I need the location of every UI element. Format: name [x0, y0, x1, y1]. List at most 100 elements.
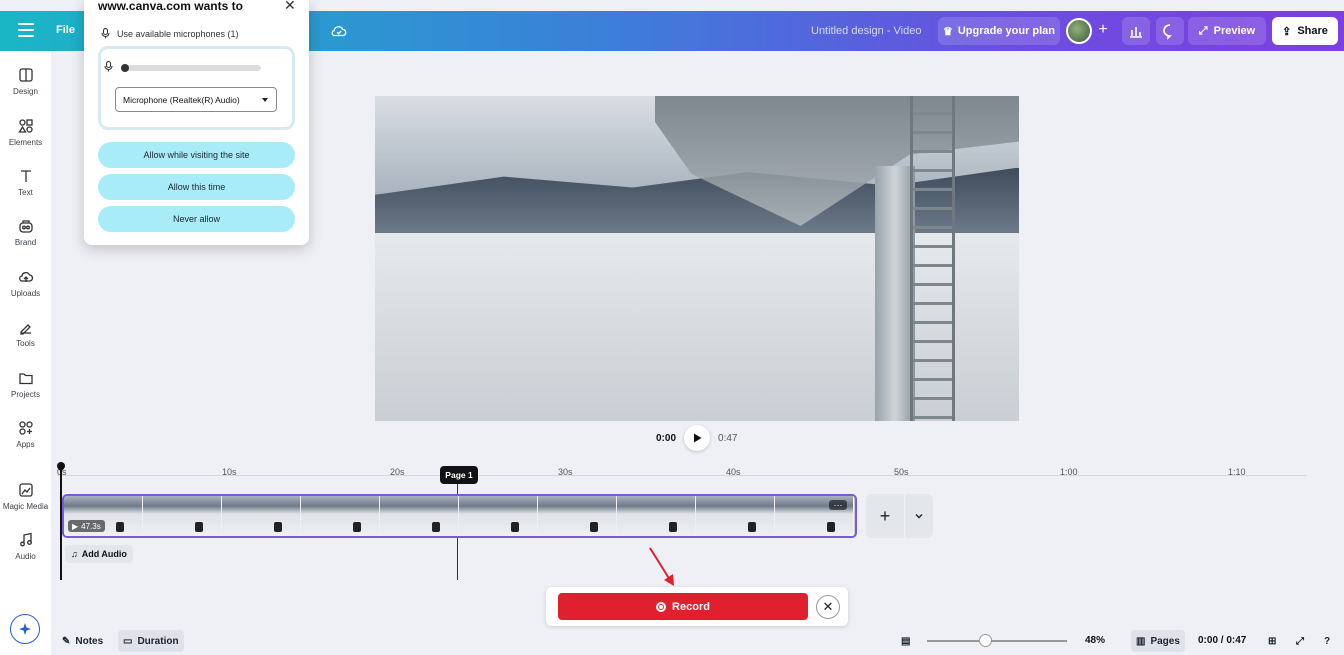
clip-frame: [538, 496, 617, 536]
duration-button[interactable]: ▭ Duration: [118, 630, 184, 652]
mic-preview-box: Microphone (Realtek(R) Audio): [98, 46, 295, 130]
close-record-button[interactable]: ✕: [816, 595, 840, 619]
allow-this-time-button[interactable]: Allow this time: [98, 174, 295, 200]
page-view-button[interactable]: ▤: [896, 630, 915, 652]
mic-permission-line: Use available microphones (1): [101, 28, 239, 39]
notes-icon: ✎: [62, 635, 71, 647]
upgrade-label: Upgrade your plan: [957, 25, 1056, 37]
add-page-button[interactable]: +: [866, 494, 904, 538]
record-icon: [656, 601, 667, 612]
share-icon: ⇪: [1282, 25, 1292, 38]
add-page-dropdown[interactable]: [905, 494, 933, 538]
timeline-ruler[interactable]: 0s 10s 20s 30s 40s 50s 1:00 1:10: [57, 458, 1307, 477]
design-icon: [18, 68, 33, 82]
page-label: Page 1: [440, 466, 478, 484]
fullscreen-icon: ⤢: [1296, 635, 1304, 647]
magic-media-icon: [18, 483, 33, 497]
video-clip-track[interactable]: ▶ 47.3s ···: [62, 494, 857, 538]
record-label: Record: [672, 600, 710, 613]
dropdown-caret-icon: [262, 98, 268, 102]
mic-level-indicator: [121, 64, 129, 72]
never-allow-button[interactable]: Never allow: [98, 206, 295, 232]
microphone-permission-popup: www.canva.com wants to ✕ Use available m…: [84, 0, 309, 245]
record-button[interactable]: Record: [558, 593, 808, 620]
sidebar-item-brand[interactable]: Brand: [0, 218, 51, 247]
avatar[interactable]: [1066, 18, 1092, 44]
comments-button[interactable]: [1156, 17, 1184, 45]
file-menu-button[interactable]: File: [56, 24, 75, 36]
music-note-icon: ♫: [71, 549, 78, 559]
tick-label: 1:00: [1060, 467, 1078, 477]
player-controls: 0:00 0:47: [656, 425, 737, 451]
sidebar-item-label: Uploads: [10, 289, 41, 298]
allow-while-visiting-button[interactable]: Allow while visiting the site: [98, 142, 295, 168]
sidebar-item-uploads[interactable]: Uploads: [0, 269, 51, 298]
sidebar: Design Elements Text Brand Uploads Tools…: [0, 51, 51, 655]
cloud-save-icon[interactable]: [330, 22, 348, 40]
current-time: 0:00: [656, 432, 677, 444]
elements-icon: [17, 119, 33, 133]
sidebar-item-label: Design: [13, 87, 38, 96]
add-collaborator-icon[interactable]: +: [1094, 21, 1112, 39]
tick-label: 20s: [390, 467, 405, 477]
sidebar-item-label: Brand: [14, 238, 37, 247]
zoom-slider[interactable]: [927, 640, 1067, 642]
sidebar-item-text[interactable]: Text: [0, 168, 51, 197]
tick-label: 40s: [726, 467, 741, 477]
grid-view-button[interactable]: ⊞: [1263, 630, 1281, 652]
menu-icon[interactable]: [18, 23, 34, 37]
sidebar-item-apps[interactable]: Apps: [0, 420, 51, 449]
notes-label: Notes: [75, 635, 104, 647]
sidebar-item-label: Text: [18, 188, 33, 197]
close-icon[interactable]: ✕: [284, 0, 296, 14]
preview-button[interactable]: ⤢ Preview: [1188, 17, 1266, 45]
page-view-icon: ▤: [901, 635, 911, 647]
microphone-icon: [101, 28, 110, 39]
audio-icon: [19, 532, 32, 547]
zoom-percent[interactable]: 48%: [1085, 635, 1105, 646]
analytics-button[interactable]: [1122, 17, 1150, 45]
close-icon: ✕: [822, 599, 834, 614]
sidebar-item-label: Magic Media: [2, 502, 49, 511]
brand-icon: [18, 220, 33, 233]
sidebar-item-projects[interactable]: Projects: [0, 370, 51, 399]
zoom-slider-handle[interactable]: [979, 634, 992, 647]
tick-label: 50s: [894, 467, 909, 477]
sidebar-item-label: Apps: [16, 440, 35, 449]
fullscreen-button[interactable]: ⤢: [1291, 630, 1309, 652]
tick-label: 30s: [558, 467, 573, 477]
share-button[interactable]: ⇪ Share: [1272, 17, 1338, 45]
video-canvas[interactable]: [375, 96, 1019, 421]
design-title[interactable]: Untitled design - Video: [811, 25, 921, 37]
video-icon: ▶: [72, 521, 79, 531]
upgrade-plan-button[interactable]: ♛ Upgrade your plan: [938, 17, 1060, 45]
bottom-bar: ✎ Notes ▭ Duration ▤ 48% ▥ Pages 0:00 / …: [51, 627, 1344, 655]
sidebar-item-magic-media[interactable]: Magic Media: [0, 482, 51, 511]
pages-button[interactable]: ▥ Pages: [1131, 630, 1185, 652]
crown-icon: ♛: [942, 25, 953, 38]
pages-icon: ▥: [1136, 635, 1146, 647]
text-icon: [20, 170, 31, 182]
apps-icon: [18, 421, 33, 435]
help-icon: ?: [1324, 635, 1331, 647]
clip-more-button[interactable]: ···: [829, 500, 847, 510]
sidebar-item-design[interactable]: Design: [0, 67, 51, 96]
play-button[interactable]: [684, 425, 711, 451]
popup-title: www.canva.com wants to: [98, 0, 243, 13]
magic-assistant-button[interactable]: [10, 614, 40, 644]
add-audio-button[interactable]: ♫ Add Audio: [65, 545, 133, 563]
sidebar-item-audio[interactable]: Audio: [0, 532, 51, 561]
plus-icon: +: [879, 505, 891, 526]
duration-icon: ▭: [123, 635, 133, 647]
help-button[interactable]: ?: [1319, 630, 1335, 652]
notes-button[interactable]: ✎ Notes: [57, 630, 108, 652]
microphone-select[interactable]: Microphone (Realtek(R) Audio): [115, 87, 277, 112]
share-label: Share: [1297, 25, 1328, 37]
microphone-icon: [104, 61, 113, 72]
sidebar-item-elements[interactable]: Elements: [0, 118, 51, 147]
preview-label: Preview: [1213, 25, 1256, 37]
sidebar-item-tools[interactable]: Tools: [0, 319, 51, 348]
sparkle-icon: [19, 623, 31, 635]
clip-frame: [617, 496, 696, 536]
expand-icon: ⤢: [1198, 24, 1208, 37]
